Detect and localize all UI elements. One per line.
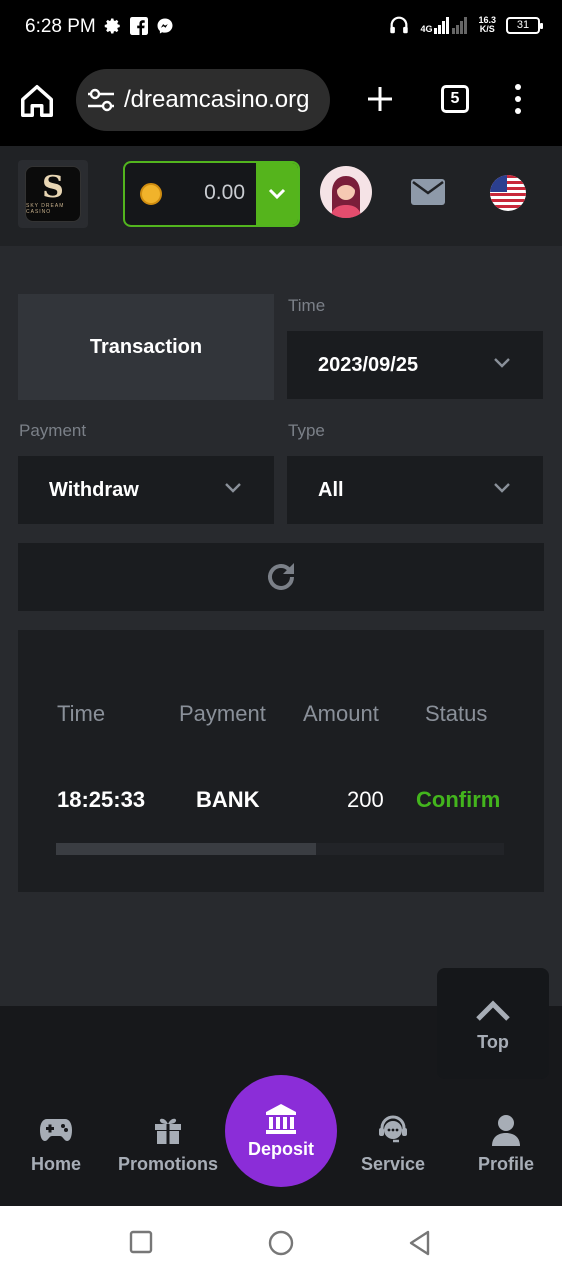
type-select-value: All (318, 478, 344, 501)
back-triangle-icon[interactable] (408, 1230, 432, 1256)
home-circle-icon[interactable] (268, 1230, 294, 1256)
back-to-top-label: Top (477, 1032, 509, 1052)
tab-switcher-button[interactable]: 5 (441, 85, 469, 113)
scrollbar-thumb[interactable] (56, 843, 316, 855)
deposit-button[interactable]: Deposit (225, 1075, 337, 1187)
chevron-down-icon (268, 188, 286, 200)
refresh-button[interactable] (18, 543, 544, 611)
url-text[interactable]: /dreamcasino.org (124, 86, 309, 114)
time-select-value: 2023/09/25 (318, 353, 419, 376)
status-badge: Confirm (416, 787, 501, 812)
row-payment: BANK (196, 787, 260, 812)
site-settings-icon[interactable] (86, 87, 116, 113)
site-header: S SKY DREAM CASINO 0.00 (0, 146, 562, 246)
avatar[interactable] (320, 166, 372, 218)
browser-menu-icon[interactable] (513, 84, 523, 114)
nav-service[interactable]: Service (338, 1112, 448, 1175)
user-icon (492, 1115, 520, 1146)
mail-icon[interactable] (411, 179, 445, 205)
row-time: 18:25:33 (57, 787, 146, 812)
column-header-time: Time (57, 701, 106, 726)
gear-icon (104, 18, 120, 34)
row-amount: 200 (347, 787, 384, 812)
site-logo[interactable]: S SKY DREAM CASINO (18, 160, 88, 228)
gift-icon (155, 1118, 181, 1144)
time-select[interactable]: 2023/09/25 (287, 331, 543, 399)
balance-amount: 0.00 (204, 181, 245, 204)
nav-promotions[interactable]: Promotions (113, 1112, 223, 1175)
type-select[interactable]: All (287, 456, 543, 524)
transaction-page: Transaction Time 2023/09/25 Payment With… (0, 246, 562, 1006)
status-time: 6:28 PM (25, 16, 96, 37)
home-icon[interactable] (18, 82, 56, 120)
recents-icon[interactable] (129, 1230, 153, 1254)
browser-toolbar: /dreamcasino.org 5 (0, 58, 562, 146)
payment-select[interactable]: Withdraw (18, 456, 274, 524)
new-tab-icon[interactable] (366, 85, 394, 113)
nav-home[interactable]: Home (1, 1112, 111, 1175)
status-system-icons: 4G 16.3 K/S 31 (388, 14, 543, 36)
customer-service-icon (379, 1115, 407, 1143)
column-header-status: Status (425, 701, 488, 726)
column-header-payment: Payment (179, 701, 266, 726)
coin-icon (140, 183, 162, 205)
system-navigation-bar (0, 1206, 562, 1280)
refresh-icon (268, 563, 294, 590)
battery-icon: 31 (506, 16, 543, 34)
chevron-down-icon (494, 358, 510, 368)
messenger-icon (157, 18, 173, 34)
column-header-amount: Amount (303, 701, 379, 726)
network-speed: 16.3 K/S (478, 15, 496, 34)
bank-icon (266, 1103, 296, 1134)
transaction-table: Time Payment Amount Status 18:25:33 BANK… (18, 630, 544, 892)
nav-profile[interactable]: Profile (451, 1112, 561, 1175)
gamepad-icon (40, 1119, 72, 1141)
back-to-top-button[interactable]: Top (437, 968, 549, 1079)
status-bar: 6:28 PM 4G 16.3 K/S 31 (0, 0, 562, 58)
tab-transaction[interactable]: Transaction (18, 294, 274, 400)
address-bar[interactable]: /dreamcasino.org (76, 69, 330, 131)
payment-select-value: Withdraw (49, 478, 139, 501)
chevron-down-icon (225, 483, 241, 493)
balance-dropdown-button[interactable] (256, 163, 298, 225)
type-label: Type (288, 421, 325, 440)
signal-icon: 4G (420, 16, 468, 34)
us-flag-icon[interactable] (490, 175, 526, 211)
time-label: Time (288, 296, 326, 315)
payment-label: Payment (19, 421, 87, 440)
headphones-icon (390, 16, 409, 34)
facebook-icon (130, 17, 148, 35)
status-notification-icons (104, 17, 174, 35)
chevron-up-icon (476, 1000, 510, 1021)
balance-widget[interactable]: 0.00 (123, 161, 300, 227)
chevron-down-icon (494, 483, 510, 493)
